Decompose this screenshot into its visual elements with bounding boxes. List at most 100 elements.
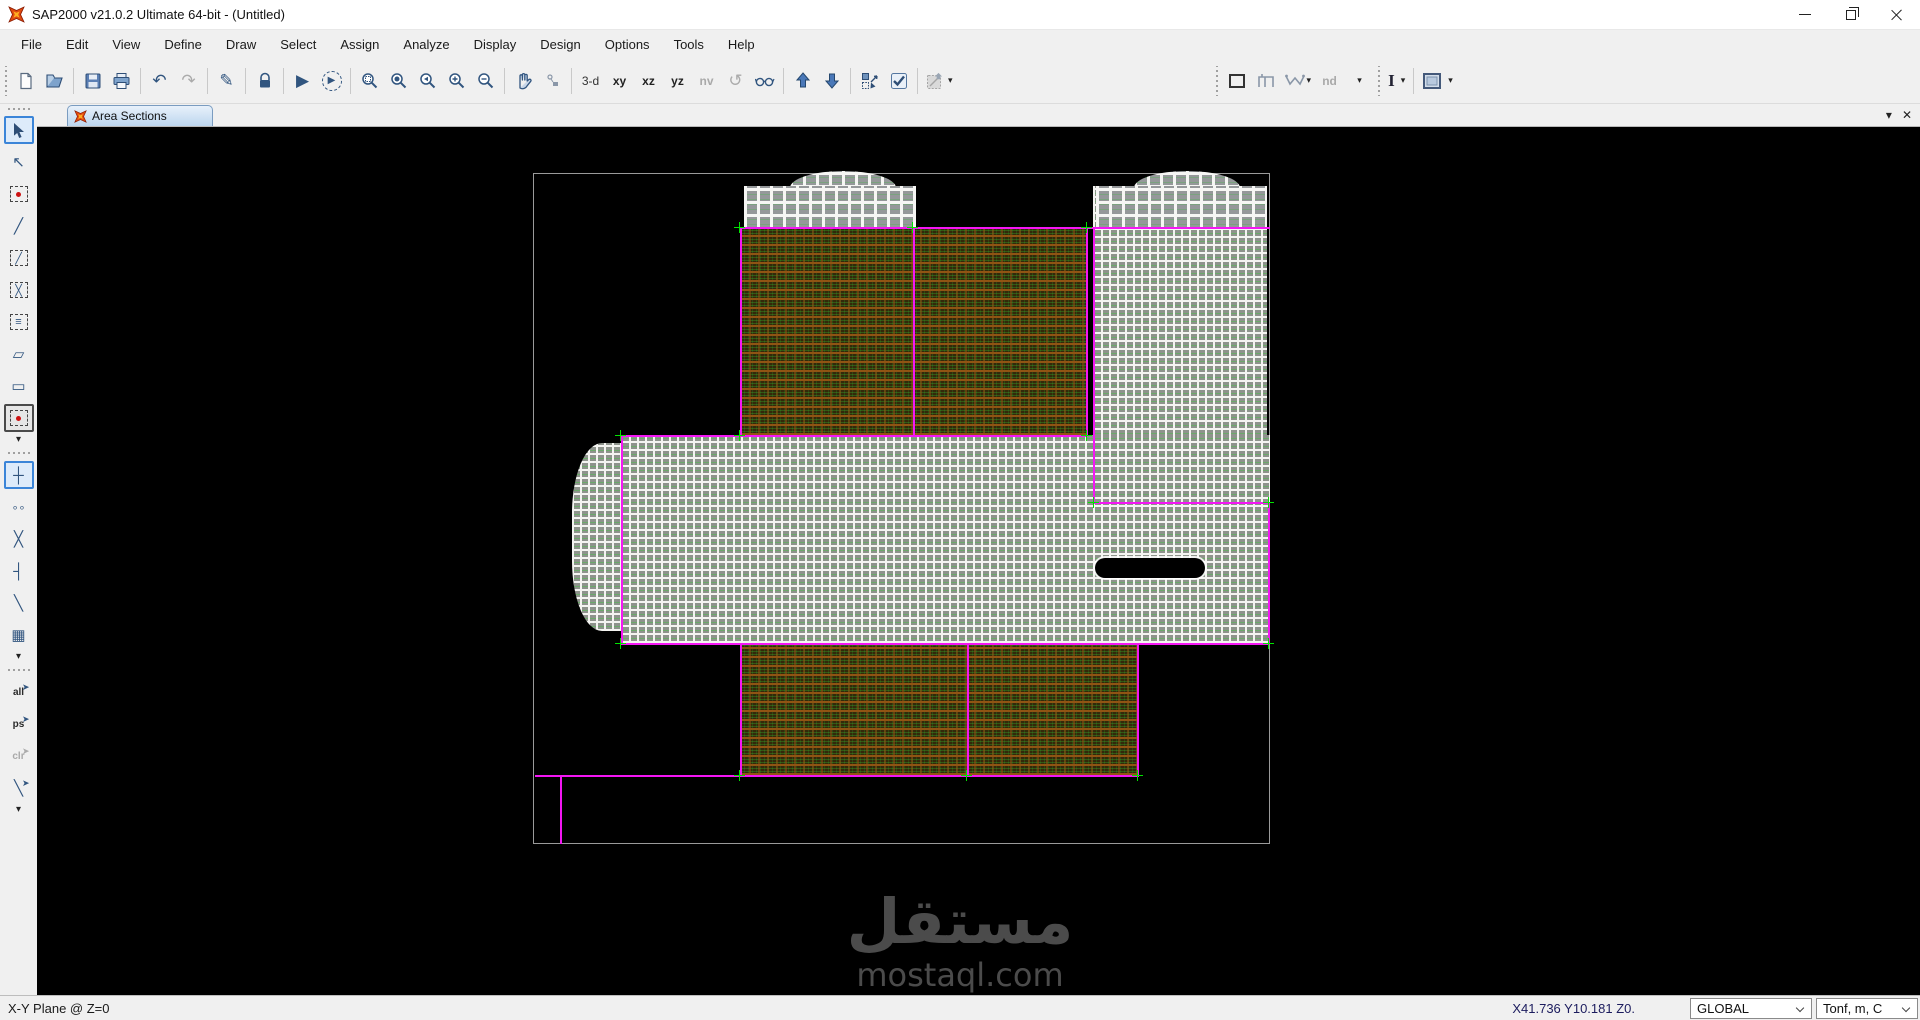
print-button[interactable] — [108, 67, 135, 94]
lock-button[interactable] — [251, 67, 278, 94]
rotate-view-button[interactable]: ↺ — [722, 67, 749, 94]
new-model-button[interactable] — [12, 67, 39, 94]
model-view-canvas[interactable]: مستقل mostaql.com — [37, 127, 1920, 995]
section-dropdown-button[interactable]: ▾ — [1345, 67, 1372, 94]
central-slab[interactable] — [621, 435, 1270, 643]
i-beam-section-button[interactable]: I ▾ — [1384, 67, 1409, 94]
snap-joints-icon: ┼ — [13, 466, 24, 484]
section-dropdown-icon: ▾ — [1357, 75, 1362, 85]
selection-handle — [1263, 638, 1274, 649]
curve-m-icon — [1284, 74, 1305, 86]
menu-file[interactable]: File — [9, 33, 54, 56]
menu-edit[interactable]: Edit — [54, 33, 100, 56]
view-nv-button[interactable]: nv — [693, 67, 720, 94]
menu-display[interactable]: Display — [462, 33, 529, 56]
maximize-button[interactable] — [1828, 0, 1874, 30]
select-intersecting-line-button[interactable]: ╲ ➤ — [4, 774, 34, 802]
selection-handle — [1088, 497, 1099, 508]
view-xy-button[interactable]: xy — [606, 67, 633, 94]
toolbar2-grip[interactable] — [1214, 65, 1220, 96]
snap-ends-midpoints-button[interactable]: ∘∘ — [4, 493, 34, 521]
run-animation-button[interactable]: ▶ — [318, 67, 345, 94]
select-pointer-button[interactable] — [3, 116, 34, 144]
select-all-button[interactable]: all ➤ — [4, 678, 34, 706]
curve-section-button[interactable]: ▾ — [1281, 67, 1316, 94]
assign-copy-button[interactable]: ▾ — [922, 67, 957, 94]
draw-tools-dropdown-icon[interactable]: ▾ — [16, 434, 21, 446]
draw-special-joint-button[interactable] — [4, 180, 34, 208]
dome-slab-left[interactable] — [744, 186, 916, 230]
toolbar-grip[interactable] — [3, 65, 8, 96]
coordinate-system-dropdown[interactable]: GLOBAL — [1690, 997, 1812, 1019]
snap-intersections-button[interactable]: ╳ — [4, 525, 34, 553]
draw-frame-icon: ╱ — [13, 218, 24, 235]
snap-joints-button[interactable]: ┼ — [3, 461, 34, 489]
rubber-band-zoom-button[interactable] — [356, 67, 383, 94]
quick-draw-area-button[interactable] — [3, 404, 34, 432]
analysis-check-button[interactable] — [885, 67, 912, 94]
undo-button[interactable]: ↶ — [146, 67, 173, 94]
clear-selection-button[interactable]: clr ➤ — [4, 742, 34, 770]
display-options-button[interactable] — [751, 67, 778, 94]
menu-draw[interactable]: Draw — [214, 33, 268, 56]
menu-design[interactable]: Design — [528, 33, 592, 56]
menu-tools[interactable]: Tools — [662, 33, 716, 56]
undo-icon: ↶ — [152, 70, 167, 90]
view-yz-button[interactable]: yz — [664, 67, 691, 94]
draw-poly-area-button[interactable]: ▱ — [4, 340, 34, 368]
minimize-button[interactable] — [1782, 0, 1828, 30]
menu-view[interactable]: View — [100, 33, 152, 56]
snap-perpendicular-button[interactable]: ┤ — [4, 557, 34, 585]
redo-button[interactable]: ↷ — [175, 67, 202, 94]
menu-define[interactable]: Define — [152, 33, 214, 56]
menu-assign[interactable]: Assign — [328, 33, 391, 56]
draw-frame-button[interactable]: ╱ — [4, 212, 34, 240]
draw-rect-area-button[interactable]: ▭ — [4, 372, 34, 400]
select-mode-button[interactable] — [856, 67, 883, 94]
stair-opening[interactable] — [1095, 558, 1205, 578]
clear-selection-icon: ➤ — [21, 746, 30, 756]
select-tools-dropdown-icon[interactable]: ▾ — [16, 804, 21, 816]
reshape-tool-button[interactable]: ↖ — [4, 148, 34, 176]
sidebar-grip[interactable] — [5, 106, 32, 111]
tab-area-sections[interactable]: Area Sections — [67, 105, 213, 126]
previous-selection-button[interactable]: ps ➤ — [4, 710, 34, 738]
close-button[interactable] — [1874, 0, 1920, 30]
open-file-button[interactable] — [41, 67, 68, 94]
frame-h-section-button[interactable] — [1253, 67, 1280, 94]
menu-options[interactable]: Options — [593, 33, 662, 56]
pan-button[interactable] — [510, 67, 537, 94]
move-down-level-button[interactable] — [818, 67, 845, 94]
run-analysis-button[interactable]: ▶ — [289, 67, 316, 94]
area-section-button[interactable]: ▾ — [1418, 67, 1457, 94]
view-nv-label: nv — [699, 73, 714, 88]
frame-rect-section-button[interactable] — [1224, 67, 1251, 94]
snap-grid-button[interactable]: ▦ — [4, 621, 34, 649]
tab-list-menu-icon[interactable]: ▾ — [1886, 108, 1892, 122]
units-dropdown[interactable]: Tonf, m, C — [1816, 997, 1918, 1019]
selected-edge — [740, 227, 1270, 229]
zoom-in-button[interactable] — [443, 67, 470, 94]
quick-draw-secondary-beams-button[interactable]: ≡ — [4, 308, 34, 336]
tab-close-icon[interactable]: ✕ — [1902, 108, 1912, 122]
restore-full-view-button[interactable] — [385, 67, 412, 94]
view-3d-button[interactable]: 3-d — [577, 67, 604, 94]
snap-tools-dropdown-icon[interactable]: ▾ — [16, 651, 21, 663]
save-button[interactable] — [79, 67, 106, 94]
shrink-objects-button[interactable] — [539, 67, 566, 94]
zoom-out-button[interactable] — [472, 67, 499, 94]
menu-analyze[interactable]: Analyze — [391, 33, 461, 56]
snap-intersections-icon: ╳ — [13, 531, 24, 548]
nd-button[interactable]: nd — [1316, 67, 1343, 94]
menu-help[interactable]: Help — [716, 33, 767, 56]
quick-draw-braces-button[interactable]: ╳ — [4, 276, 34, 304]
quick-draw-frame-button[interactable]: ╱ — [4, 244, 34, 272]
draw-button[interactable]: ✎ — [213, 67, 240, 94]
move-up-level-button[interactable] — [789, 67, 816, 94]
previous-zoom-button[interactable] — [414, 67, 441, 94]
menu-select[interactable]: Select — [268, 33, 328, 56]
toolbar3-grip[interactable] — [1376, 65, 1382, 96]
brown-area-bottom[interactable] — [740, 643, 1139, 775]
view-xz-button[interactable]: xz — [635, 67, 662, 94]
snap-lines-button[interactable]: ╲ — [4, 589, 34, 617]
